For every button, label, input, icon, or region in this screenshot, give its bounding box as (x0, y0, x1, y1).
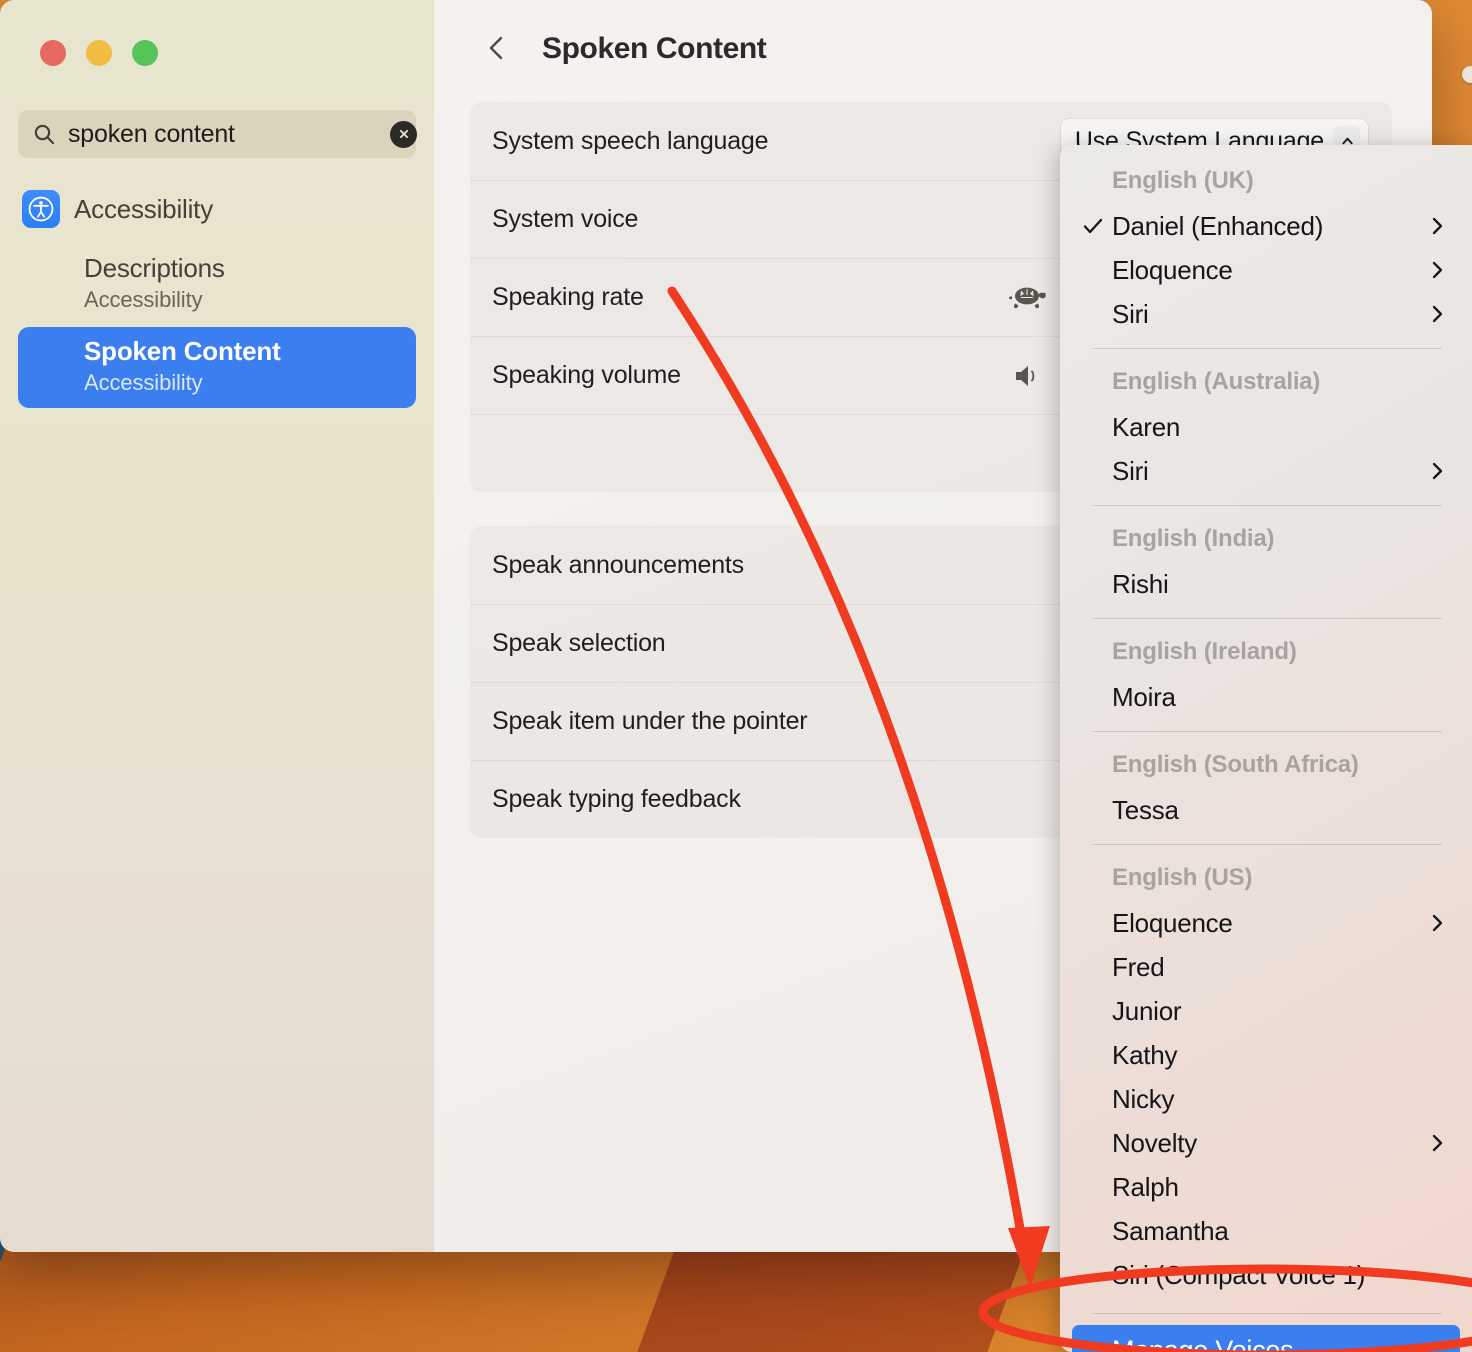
menu-item-label: Nicky (1112, 1083, 1175, 1114)
chevron-right-icon (1429, 303, 1446, 325)
menu-item-moira[interactable]: Moira (1060, 675, 1472, 719)
menu-item-tessa[interactable]: Tessa (1060, 788, 1472, 832)
menu-separator (1092, 505, 1442, 506)
menu-item-rishi[interactable]: Rishi (1060, 562, 1472, 606)
chevron-right-icon (1429, 259, 1446, 281)
menu-separator (1092, 731, 1442, 732)
system-voice-popup-menu[interactable]: English (UK) Daniel (Enhanced) Eloquence… (1060, 145, 1472, 1352)
menu-item-label: Fred (1112, 951, 1165, 982)
detail-header: Spoken Content (434, 0, 1432, 66)
menu-item-nicky[interactable]: Nicky (1060, 1077, 1472, 1121)
search-field[interactable] (18, 110, 417, 158)
clear-search-icon[interactable] (390, 120, 417, 148)
menu-item-label: Eloquence (1112, 907, 1233, 938)
row-label: Speak announcements (492, 550, 744, 579)
minimize-button[interactable] (86, 40, 112, 66)
menu-section-title: English (UK) (1112, 167, 1254, 194)
menu-section-title: English (Ireland) (1112, 638, 1297, 665)
menu-item-label: Karen (1112, 411, 1181, 442)
chevron-left-icon (485, 33, 509, 66)
menu-separator (1092, 618, 1442, 619)
close-button[interactable] (40, 40, 66, 66)
chevron-right-icon (1429, 460, 1446, 482)
search-input[interactable] (56, 119, 390, 149)
sidebar-item-descriptions[interactable]: Descriptions Accessibility (18, 244, 416, 325)
menu-item-junior[interactable]: Junior (1060, 989, 1472, 1033)
menu-item-label: Kathy (1112, 1039, 1178, 1070)
menu-section-title: English (India) (1112, 525, 1275, 552)
menu-item-label: Tessa (1112, 794, 1179, 825)
menu-item-label: Moira (1112, 681, 1176, 712)
menu-item-novelty[interactable]: Novelty (1060, 1121, 1472, 1165)
search-results-header: Accessibility (18, 186, 416, 232)
menu-item-label: Junior (1112, 995, 1182, 1026)
checkmark-icon (1082, 215, 1104, 237)
menu-item-kathy[interactable]: Kathy (1060, 1033, 1472, 1077)
window-traffic-lights (40, 40, 158, 66)
menu-item-eloquence-us[interactable]: Eloquence (1060, 901, 1472, 945)
menu-item-label: Manage Voices... (1112, 1334, 1316, 1352)
sidebar-item-subtitle: Accessibility (84, 369, 203, 395)
search-icon (32, 122, 56, 146)
menu-section-title: English (US) (1112, 864, 1253, 891)
menu-separator (1092, 844, 1442, 845)
back-button[interactable] (482, 32, 512, 66)
menu-item-daniel-enhanced[interactable]: Daniel (Enhanced) (1060, 204, 1472, 248)
menu-item-label: Rishi (1112, 568, 1169, 599)
menu-item-label: Samantha (1112, 1215, 1229, 1246)
row-label: Speak typing feedback (492, 785, 741, 813)
tortoise-icon (1008, 284, 1050, 312)
row-label: Speaking rate (492, 283, 644, 311)
menu-item-siri-uk[interactable]: Siri (1060, 292, 1472, 336)
menu-separator (1092, 348, 1442, 349)
menu-separator (1092, 1313, 1442, 1314)
search-results-header-label: Accessibility (74, 193, 213, 224)
row-label: System speech language (492, 126, 769, 155)
sidebar-item-title: Spoken Content (84, 335, 281, 366)
speaker-icon (1008, 362, 1050, 390)
row-label: System voice (492, 205, 639, 233)
menu-item-karen[interactable]: Karen (1060, 405, 1472, 449)
chevron-right-icon (1429, 215, 1446, 237)
menu-item-siri-compact-voice-1[interactable]: Siri (Compact Voice 1) (1060, 1253, 1472, 1297)
menu-item-ralph[interactable]: Ralph (1060, 1165, 1472, 1209)
screen: Accessibility Descriptions Accessibility… (0, 0, 1472, 1352)
menu-item-label: Novelty (1112, 1127, 1197, 1158)
mouse-cursor (1462, 66, 1472, 83)
maximize-button[interactable] (132, 40, 158, 66)
sidebar-item-subtitle: Accessibility (84, 286, 203, 312)
chevron-right-icon (1429, 1132, 1446, 1154)
menu-item-fred[interactable]: Fred (1060, 945, 1472, 989)
menu-item-eloquence-uk[interactable]: Eloquence (1060, 248, 1472, 292)
menu-item-samantha[interactable]: Samantha (1060, 1209, 1472, 1253)
menu-section-title: English (South Africa) (1112, 751, 1359, 778)
menu-item-siri-australia[interactable]: Siri (1060, 449, 1472, 493)
menu-item-label: Daniel (Enhanced) (1112, 210, 1324, 241)
row-label: Speak item under the pointer (492, 707, 808, 735)
menu-item-label: Siri (1112, 298, 1149, 329)
menu-item-label: Siri (Compact Voice 1) (1112, 1259, 1366, 1290)
sidebar-item-title: Descriptions (84, 253, 225, 283)
search-results: Accessibility Descriptions Accessibility… (18, 186, 416, 410)
menu-item-label: Siri (1112, 455, 1149, 486)
menu-item-label: Ralph (1112, 1171, 1179, 1202)
page-title: Spoken Content (542, 32, 767, 65)
menu-section-title: English (Australia) (1112, 368, 1321, 395)
sidebar: Accessibility Descriptions Accessibility… (0, 0, 434, 1252)
chevron-right-icon (1429, 912, 1446, 934)
sidebar-item-spoken-content[interactable]: Spoken Content Accessibility (18, 326, 416, 408)
menu-item-label: Eloquence (1112, 254, 1233, 285)
accessibility-icon (22, 190, 60, 228)
menu-item-manage-voices[interactable]: Manage Voices... (1072, 1325, 1460, 1352)
row-label: Speak selection (492, 629, 666, 657)
row-label: Speaking volume (492, 361, 681, 389)
